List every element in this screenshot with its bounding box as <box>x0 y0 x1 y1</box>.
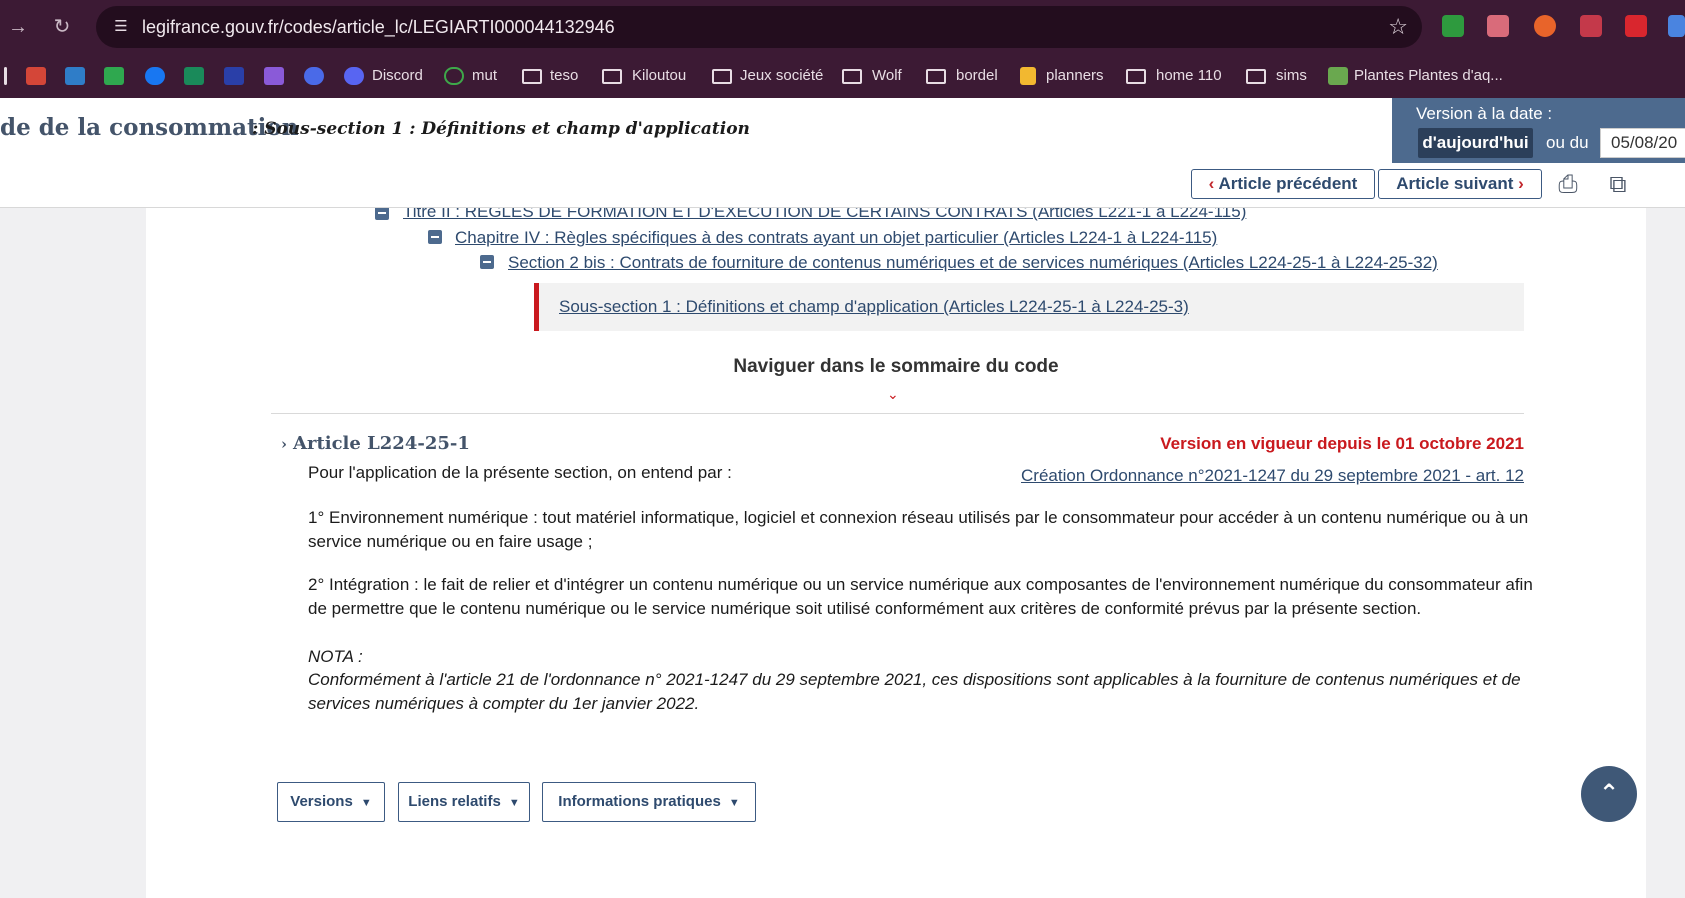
chevron-down-icon[interactable]: ⌄ <box>887 386 899 403</box>
drive-icon[interactable] <box>104 67 124 85</box>
extension-icon-orange[interactable] <box>1534 15 1556 37</box>
chevron-right-icon: › <box>281 435 287 453</box>
chevron-down-icon: ▼ <box>508 797 520 809</box>
bank-icon[interactable] <box>184 67 204 85</box>
previous-article-button[interactable]: ‹ Article précédent <box>1191 169 1375 199</box>
discord-icon <box>344 67 364 85</box>
calendar-icon[interactable] <box>65 67 85 85</box>
gmail-icon[interactable] <box>26 67 46 85</box>
bookmark-jeux-societe[interactable]: Jeux société <box>740 54 823 98</box>
folder-icon <box>522 69 542 84</box>
nota-text: Conformément à l'article 21 de l'ordonna… <box>308 670 1521 713</box>
copilot-icon[interactable] <box>264 67 284 85</box>
folder-icon <box>602 69 622 84</box>
chevron-up-icon: ⌃ <box>1598 780 1620 807</box>
bookmark-home-110[interactable]: home 110 <box>1156 54 1222 98</box>
version-label: Version à la date : <box>1416 104 1553 123</box>
folder-icon <box>1126 69 1146 84</box>
mut-icon <box>444 67 464 85</box>
browser-toolbar: → ↻ ☰ legifrance.gouv.fr/codes/article_l… <box>0 0 1685 54</box>
forward-icon[interactable]: → <box>4 13 32 41</box>
folder-icon <box>712 69 732 84</box>
folder-icon <box>926 69 946 84</box>
bookmark-teso[interactable]: teso <box>550 54 578 98</box>
article-title[interactable]: › Article L224-25-1 <box>281 433 470 454</box>
bookmark-wolf[interactable]: Wolf <box>872 54 902 98</box>
bookmark-sims[interactable]: sims <box>1276 54 1307 98</box>
plantes-icon <box>1328 67 1348 85</box>
bookmark-bordel[interactable]: bordel <box>956 54 998 98</box>
date-input[interactable]: 05/08/20 <box>1600 128 1685 158</box>
toc-sous-section-link[interactable]: Sous-section 1 : Définitions et champ d'… <box>559 283 1189 331</box>
bookmark-planners[interactable]: planners <box>1046 54 1104 98</box>
navigate-summary[interactable]: Naviguer dans le sommaire du code <box>146 356 1646 378</box>
facebook-icon[interactable] <box>145 67 165 85</box>
bookmarks-divider <box>4 67 7 85</box>
toc-chapitre: Chapitre IV : Règles spécifiques à des c… <box>455 228 1217 248</box>
reload-icon[interactable]: ↻ <box>48 13 76 41</box>
bookmark-icon-blue[interactable] <box>224 67 244 85</box>
versions-label: Versions <box>290 793 353 810</box>
folder-icon <box>842 69 862 84</box>
article-paragraph: 2° Intégration : le fait de relier et d'… <box>308 575 1533 618</box>
navigate-summary-label: Naviguer dans le sommaire du code <box>733 356 1059 377</box>
bookmark-star-icon[interactable]: ☆ <box>1388 14 1408 40</box>
translate-extension-icon[interactable] <box>1668 15 1685 37</box>
bookmark-discord[interactable]: Discord <box>372 54 423 98</box>
article-toolbar: ‹ Article précédent Article suivant › ⎙ … <box>0 163 1685 208</box>
next-article-button[interactable]: Article suivant › <box>1378 169 1542 199</box>
toc-current-sous-section: Sous-section 1 : Définitions et champ d'… <box>534 283 1524 331</box>
previous-article-label: Article précédent <box>1218 174 1358 193</box>
chevron-right-icon: › <box>1518 174 1524 193</box>
divider <box>271 413 1524 414</box>
nota-label: NOTA : <box>308 647 363 666</box>
flag-extension-icon[interactable] <box>1625 15 1647 37</box>
bookmarks-bar: Discord mut teso Kiloutou Jeux société W… <box>0 54 1685 98</box>
version-selector: Version à la date : d'aujourd'hui ou du … <box>1392 98 1685 164</box>
article-paragraph: 1° Environnement numérique : tout matéri… <box>308 508 1529 551</box>
today-button[interactable]: d'aujourd'hui <box>1418 128 1533 158</box>
next-article-label: Article suivant <box>1396 174 1514 193</box>
toc-section-link[interactable]: Section 2 bis : Contrats de fourniture d… <box>508 253 1438 272</box>
related-links-label: Liens relatifs <box>408 793 501 810</box>
toc-titre: Titre II : RÈGLES DE FORMATION ET D'EXÉC… <box>403 208 1246 222</box>
toc-section: Section 2 bis : Contrats de fourniture d… <box>508 253 1438 273</box>
collapse-icon[interactable] <box>480 255 494 269</box>
versions-dropdown[interactable]: Versions ▼ <box>277 782 385 822</box>
planners-icon <box>1020 67 1036 85</box>
code-subtitle: : Sous-section 1 : Définitions et champ … <box>252 119 750 139</box>
collapse-icon[interactable] <box>428 230 442 244</box>
extension-icon-green[interactable] <box>1442 15 1464 37</box>
toc-chapitre-link[interactable]: Chapitre IV : Règles spécifiques à des c… <box>455 228 1217 247</box>
version-status: Version en vigueur depuis le 01 octobre … <box>1160 434 1524 453</box>
article-title-text: Article L224-25-1 <box>293 433 470 454</box>
scroll-to-top-button[interactable]: ⌃ <box>1581 766 1637 822</box>
extension-icon-pink[interactable] <box>1487 15 1509 37</box>
folder-icon <box>1246 69 1266 84</box>
bookmark-mut[interactable]: mut <box>472 54 497 98</box>
copy-icon[interactable]: ⧉ <box>1604 171 1632 199</box>
url-text: legifrance.gouv.fr/codes/article_lc/LEGI… <box>142 17 615 37</box>
practical-info-dropdown[interactable]: Informations pratiques ▼ <box>542 782 756 822</box>
chevron-left-icon: ‹ <box>1208 174 1215 193</box>
article-paragraph: Pour l'application de la présente sectio… <box>308 463 732 482</box>
site-settings-icon[interactable]: ☰ <box>110 16 132 38</box>
or-label: ou du <box>1546 133 1589 152</box>
bookmark-kiloutou[interactable]: Kiloutou <box>632 54 686 98</box>
print-icon[interactable]: ⎙ <box>1554 171 1582 199</box>
bookmark-plantes[interactable]: Plantes Plantes d'aq... <box>1354 54 1503 98</box>
chevron-down-icon: ▼ <box>360 797 372 809</box>
location-icon[interactable] <box>304 67 324 85</box>
article-content: Titre II : RÈGLES DE FORMATION ET D'EXÉC… <box>146 208 1646 898</box>
address-bar[interactable]: ☰ legifrance.gouv.fr/codes/article_lc/LE… <box>96 6 1422 48</box>
toc-titre-link[interactable]: Titre II : RÈGLES DE FORMATION ET D'EXÉC… <box>403 208 1246 221</box>
pdf-extension-icon[interactable] <box>1580 15 1602 37</box>
collapse-icon[interactable] <box>375 208 389 220</box>
related-links-dropdown[interactable]: Liens relatifs ▼ <box>398 782 530 822</box>
chevron-down-icon: ▼ <box>728 797 740 809</box>
practical-info-label: Informations pratiques <box>558 793 721 810</box>
